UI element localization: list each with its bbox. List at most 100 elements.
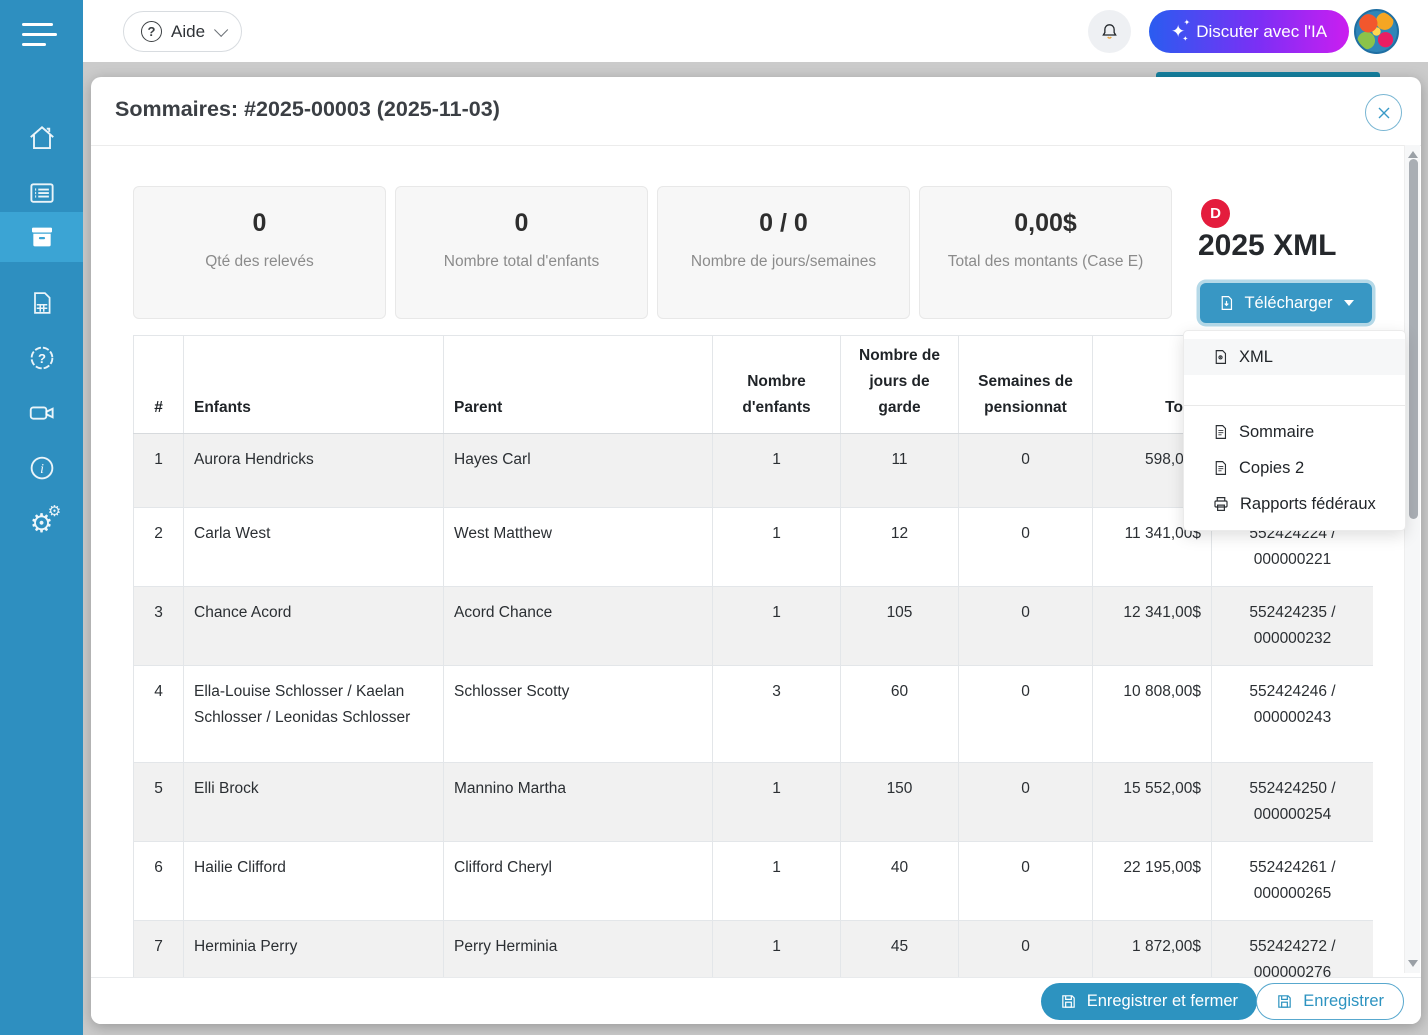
cell-nb-enfants: 1 (713, 842, 841, 921)
cell-nb-enfants: 1 (713, 921, 841, 978)
save-label: Enregistrer (1303, 992, 1384, 1011)
stat-value: 0,00$ (938, 209, 1153, 238)
cell-semaines: 0 (959, 666, 1093, 763)
sparkles-icon: ✦✦✦ (1171, 23, 1185, 40)
menu-item-xml[interactable]: XML (1184, 339, 1405, 375)
download-button[interactable]: Télécharger (1200, 283, 1372, 323)
stat-cards: 0 Qté des relevés 0 Nombre total d'enfan… (133, 186, 1172, 319)
close-button[interactable] (1365, 94, 1402, 131)
cell-enfants: Aurora Hendricks (184, 434, 444, 508)
scroll-up-arrow[interactable] (1408, 151, 1418, 158)
cell-jours: 60 (841, 666, 959, 763)
menu-icon[interactable] (22, 23, 60, 49)
sidebar-item-info[interactable]: i (0, 442, 83, 494)
stat-label: Total des montants (Case E) (938, 250, 1153, 274)
year-xml-label: 2025 XML (1198, 229, 1336, 263)
xml-file-icon (1212, 348, 1229, 366)
modal-title: Sommaires: #2025-00003 (2025-11-03) (115, 97, 500, 122)
sidebar-item-home[interactable] (0, 112, 83, 164)
settings-gears-icon: ⚙⚙ (30, 510, 53, 536)
menu-item-label: Rapports fédéraux (1240, 495, 1376, 514)
menu-item-sommaire[interactable]: Sommaire (1184, 414, 1405, 450)
cell-nb-enfants: 1 (713, 587, 841, 666)
video-icon (26, 398, 58, 428)
sidebar-item-archive[interactable] (0, 212, 83, 262)
cell-num: 6 (134, 842, 184, 921)
table-row[interactable]: 3 Chance Acord Acord Chance 1 105 0 12 3… (134, 587, 1374, 666)
cell-releve: 552424235 / 000000232 (1212, 587, 1374, 666)
invoices-icon (28, 288, 56, 318)
info-icon: i (27, 453, 57, 483)
cell-enfants: Ella-Louise Schlosser / Kaelan Schlosser… (184, 666, 444, 763)
stat-value: 0 / 0 (676, 209, 891, 238)
cell-enfants: Hailie Clifford (184, 842, 444, 921)
aide-dropdown-button[interactable]: ? Aide (123, 11, 242, 52)
sidebar-item-invoices[interactable] (0, 277, 83, 329)
menu-item-label: XML (1239, 348, 1273, 367)
cell-num: 1 (134, 434, 184, 508)
scroll-down-arrow[interactable] (1408, 960, 1418, 967)
cell-total: 1 872,00$ (1093, 921, 1212, 978)
cell-nb-enfants: 1 (713, 763, 841, 842)
sidebar-item-video[interactable] (0, 387, 83, 439)
download-menu: XML Sommaire Copies 2 Rapports fédéraux (1183, 330, 1406, 531)
menu-item-label: Copies 2 (1239, 459, 1304, 478)
table-row[interactable]: 7 Herminia Perry Perry Herminia 1 45 0 1… (134, 921, 1374, 978)
sidebar-item-settings[interactable]: ⚙⚙ (0, 497, 83, 549)
cell-nb-enfants: 1 (713, 508, 841, 587)
menu-item-rapports[interactable]: Rapports fédéraux (1184, 486, 1405, 522)
col-header-num: # (134, 336, 184, 434)
cell-total: 15 552,00$ (1093, 763, 1212, 842)
cell-enfants: Herminia Perry (184, 921, 444, 978)
cell-jours: 45 (841, 921, 959, 978)
table-row[interactable]: 4 Ella-Louise Schlosser / Kaelan Schloss… (134, 666, 1374, 763)
cell-releve: 552424272 / 000000276 (1212, 921, 1374, 978)
download-file-icon (1218, 294, 1235, 312)
sidebar: ? i ⚙⚙ (0, 0, 83, 1035)
stat-card-releves: 0 Qté des relevés (133, 186, 386, 319)
cell-total: 22 195,00$ (1093, 842, 1212, 921)
scrollbar-thumb[interactable] (1409, 159, 1418, 519)
cell-jours: 11 (841, 434, 959, 508)
cell-total: 10 808,00$ (1093, 666, 1212, 763)
sidebar-item-help[interactable]: ? (0, 332, 83, 384)
cell-enfants: Chance Acord (184, 587, 444, 666)
col-header-semaines: Semaines de pensionnat (959, 336, 1093, 434)
cell-num: 4 (134, 666, 184, 763)
table-row[interactable]: 5 Elli Brock Mannino Martha 1 150 0 15 5… (134, 763, 1374, 842)
topbar: ? Aide ✦✦✦ Discuter avec l'IA (83, 0, 1428, 62)
col-header-nb-enfants: Nombre d'enfants (713, 336, 841, 434)
avatar[interactable] (1354, 9, 1399, 54)
download-label: Télécharger (1244, 294, 1332, 313)
cell-releve: 552424246 / 000000243 (1212, 666, 1374, 763)
stat-label: Nombre de jours/semaines (676, 250, 891, 274)
cell-releve: 552424250 / 000000254 (1212, 763, 1374, 842)
notifications-button[interactable] (1088, 10, 1131, 53)
cell-enfants: Elli Brock (184, 763, 444, 842)
table-row[interactable]: 6 Hailie Clifford Clifford Cheryl 1 40 0… (134, 842, 1374, 921)
modal-scrollbar[interactable] (1404, 145, 1420, 973)
menu-item-copies[interactable]: Copies 2 (1184, 450, 1405, 486)
save-and-close-button[interactable]: Enregistrer et fermer (1041, 983, 1257, 1020)
cell-jours: 40 (841, 842, 959, 921)
stat-label: Nombre total d'enfants (414, 250, 629, 274)
stat-label: Qté des relevés (152, 250, 367, 274)
cell-parent: Hayes Carl (444, 434, 713, 508)
cell-semaines: 0 (959, 842, 1093, 921)
save-button[interactable]: Enregistrer (1256, 983, 1404, 1020)
cell-semaines: 0 (959, 763, 1093, 842)
cell-parent: Mannino Martha (444, 763, 713, 842)
save-and-close-label: Enregistrer et fermer (1087, 992, 1238, 1011)
cell-semaines: 0 (959, 434, 1093, 508)
help-badge-icon: ? (27, 343, 57, 373)
cell-jours: 105 (841, 587, 959, 666)
bell-icon (1099, 21, 1120, 43)
help-circle-icon: ? (141, 21, 162, 42)
cell-parent: Schlosser Scotty (444, 666, 713, 763)
chat-ai-button[interactable]: ✦✦✦ Discuter avec l'IA (1149, 10, 1349, 53)
svg-text:i: i (40, 461, 44, 476)
menu-divider (1184, 405, 1405, 406)
list-icon (27, 178, 57, 208)
document-icon (1212, 459, 1229, 477)
cell-semaines: 0 (959, 508, 1093, 587)
